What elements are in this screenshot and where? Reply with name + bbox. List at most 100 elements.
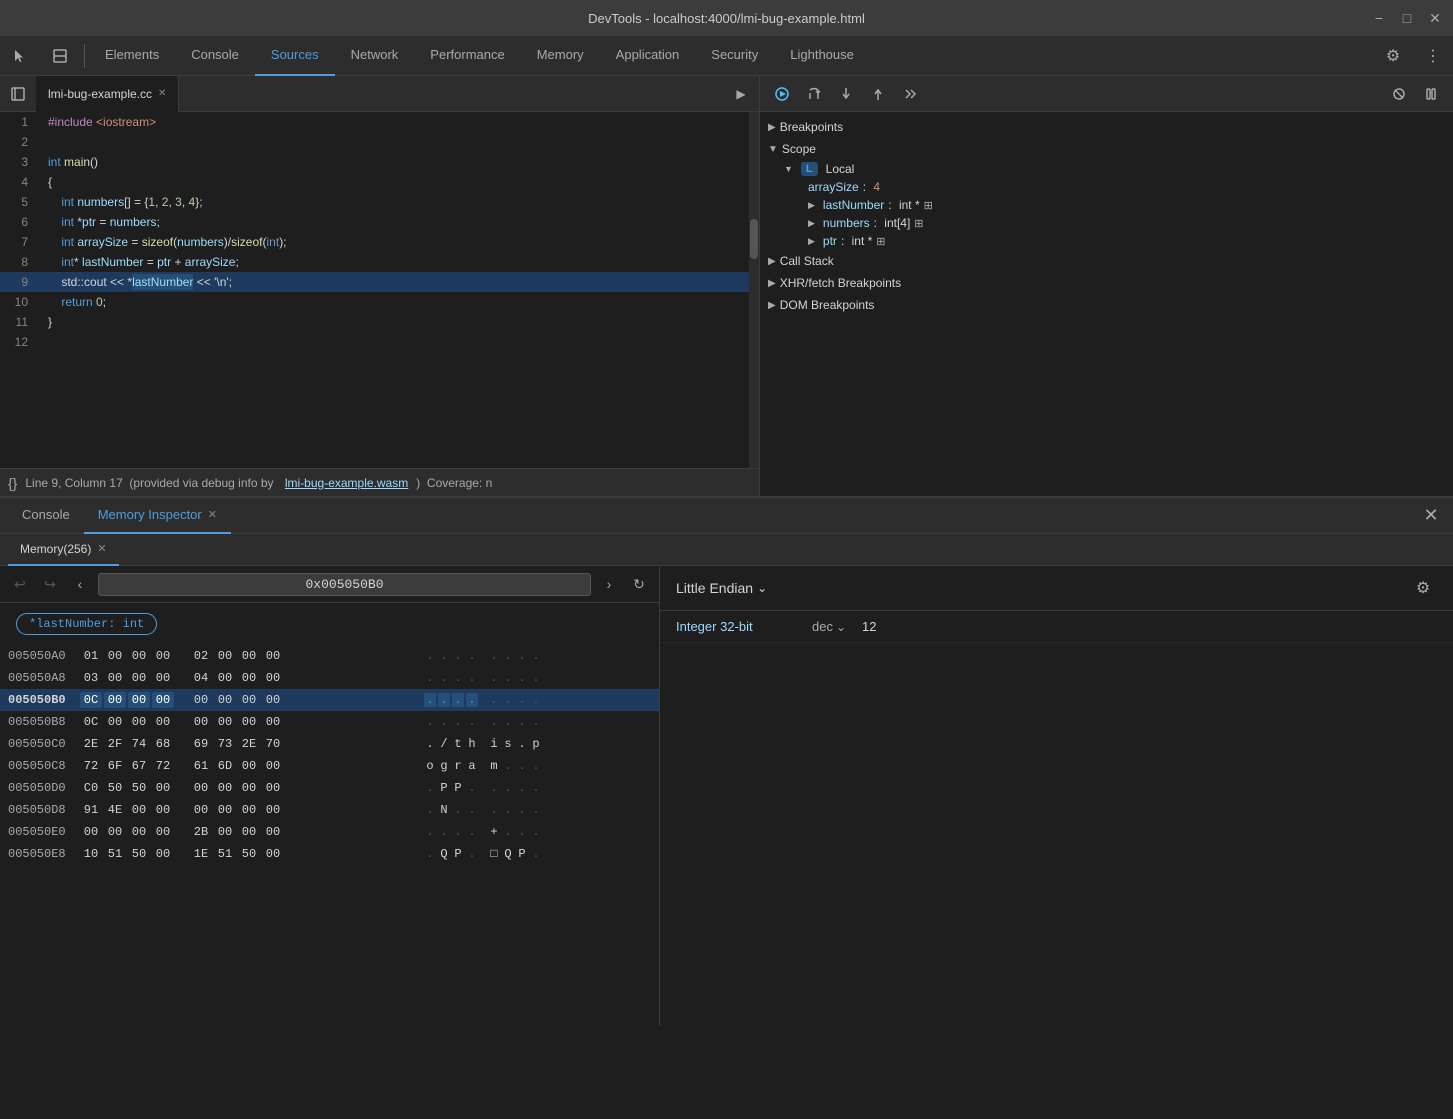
memory-settings-btn[interactable]: ⚙ [1409,574,1437,602]
file-tab-lmi[interactable]: lmi-bug-example.cc ✕ [36,76,179,112]
resume-btn[interactable] [768,80,796,108]
xhr-section[interactable]: ▶ XHR/fetch Breakpoints [760,272,1453,294]
hex-byte[interactable]: 00 [214,670,236,686]
hex-byte[interactable]: 00 [214,802,236,818]
breakpoints-section[interactable]: ▶ Breakpoints [760,116,1453,138]
hex-byte[interactable]: 4E [104,802,126,818]
hex-byte-selected[interactable]: 0C [80,692,102,708]
deactivate-breakpoints-btn[interactable] [1385,80,1413,108]
hex-byte[interactable]: 00 [128,824,150,840]
hex-byte[interactable]: 00 [104,648,126,664]
tab-application[interactable]: Application [600,36,696,76]
hex-byte[interactable]: 68 [152,736,174,752]
bottom-tab-memory-inspector[interactable]: Memory Inspector ✕ [84,498,231,534]
hex-byte[interactable]: 2E [80,736,102,752]
hex-byte[interactable]: 00 [128,714,150,730]
mem-refresh-btn[interactable]: ↻ [627,572,651,596]
hex-byte[interactable]: 50 [128,780,150,796]
hex-byte[interactable]: 00 [214,780,236,796]
scope-item-lastnumber[interactable]: ▶ lastNumber : int * ⊞ [760,196,1453,214]
mem-next-btn[interactable]: › [597,572,621,596]
hex-byte[interactable]: 00 [238,670,260,686]
hex-byte[interactable]: 04 [190,670,212,686]
hex-byte[interactable]: 00 [262,692,284,708]
hex-byte[interactable]: 70 [262,736,284,752]
tab-console[interactable]: Console [175,36,255,76]
tab-sources[interactable]: Sources [255,36,335,76]
hex-byte[interactable]: 00 [104,714,126,730]
hex-byte[interactable]: 1E [190,846,212,862]
hex-byte[interactable]: 03 [80,670,102,686]
hex-byte[interactable]: 00 [152,670,174,686]
hex-byte[interactable]: 00 [190,802,212,818]
hex-byte[interactable]: 00 [152,846,174,862]
hex-byte[interactable]: 00 [238,692,260,708]
hex-byte-selected[interactable]: 00 [128,692,150,708]
scope-item-ptr[interactable]: ▶ ptr : int * ⊞ [760,232,1453,250]
mem-back-btn[interactable]: ↩ [8,572,32,596]
maximize-btn[interactable]: □ [1397,10,1417,27]
hex-byte[interactable]: 01 [80,648,102,664]
hex-byte[interactable]: 50 [128,846,150,862]
local-section[interactable]: ▼ L Local [760,160,1453,178]
hex-byte[interactable]: 00 [262,714,284,730]
hex-byte[interactable]: 00 [190,714,212,730]
hex-byte[interactable]: 00 [152,802,174,818]
cursor-icon-btn[interactable] [0,36,40,76]
tab-network[interactable]: Network [335,36,415,76]
dock-icon-btn[interactable] [40,36,80,76]
step-into-btn[interactable] [832,80,860,108]
scope-section[interactable]: ▼ Scope [760,138,1453,160]
hex-byte[interactable]: 74 [128,736,150,752]
step-out-btn[interactable] [864,80,892,108]
hex-byte[interactable]: 91 [80,802,102,818]
hex-byte[interactable]: 00 [262,758,284,774]
pause-on-exception-btn[interactable] [1417,80,1445,108]
hex-byte[interactable]: C0 [80,780,102,796]
hex-byte[interactable]: 02 [190,648,212,664]
hex-byte[interactable]: 00 [152,648,174,664]
hex-byte[interactable]: 50 [104,780,126,796]
hex-byte[interactable]: 00 [152,714,174,730]
hex-byte[interactable]: 2B [190,824,212,840]
hex-byte[interactable]: 00 [214,824,236,840]
hex-byte[interactable]: 61 [190,758,212,774]
hex-byte[interactable]: 72 [152,758,174,774]
hex-byte[interactable]: 00 [238,648,260,664]
memory-subtab-256[interactable]: Memory(256) ✕ [8,534,119,566]
wasm-link[interactable]: lmi-bug-example.wasm [285,476,408,490]
hex-byte[interactable]: 00 [214,648,236,664]
hex-byte-selected[interactable]: 00 [152,692,174,708]
hex-byte[interactable]: 69 [190,736,212,752]
hex-byte[interactable]: 00 [214,714,236,730]
mem-address-input[interactable] [98,573,591,596]
hex-byte[interactable]: 73 [214,736,236,752]
hex-byte[interactable]: 2F [104,736,126,752]
bottom-tab-console[interactable]: Console [8,498,84,534]
hex-byte[interactable]: 10 [80,846,102,862]
hex-byte[interactable]: 00 [104,824,126,840]
bottom-panel-close-btn[interactable]: ✕ [1417,502,1445,530]
toggle-sidebar-btn[interactable] [0,76,36,112]
hex-byte[interactable]: 72 [80,758,102,774]
hex-byte[interactable]: 00 [262,780,284,796]
hex-byte[interactable]: 6D [214,758,236,774]
hex-byte[interactable]: 00 [238,824,260,840]
hex-byte[interactable]: 51 [104,846,126,862]
endian-select[interactable]: Little Endian ⌄ [676,580,767,596]
hex-byte[interactable]: 00 [152,824,174,840]
hex-byte[interactable]: 00 [128,648,150,664]
hex-byte[interactable]: 00 [190,780,212,796]
sources-scrollbar[interactable] [749,112,759,468]
file-tab-close[interactable]: ✕ [158,88,166,99]
settings-icon-btn[interactable]: ⚙ [1373,36,1413,76]
hex-byte[interactable]: 00 [214,692,236,708]
memory-subtab-close[interactable]: ✕ [97,542,106,555]
more-options-btn[interactable]: ⋮ [1413,36,1453,76]
hex-byte[interactable]: 2E [238,736,260,752]
format-select[interactable]: dec ⌄ [812,619,846,634]
dom-section[interactable]: ▶ DOM Breakpoints [760,294,1453,316]
memory-inspector-close[interactable]: ✕ [208,508,217,521]
hex-byte[interactable]: 00 [262,648,284,664]
hex-byte[interactable]: 0C [80,714,102,730]
